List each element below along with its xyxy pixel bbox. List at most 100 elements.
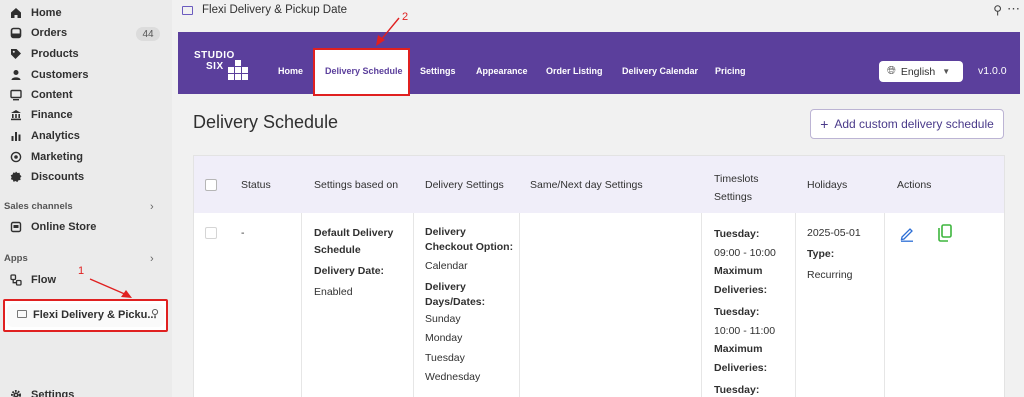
sidebar-item-analytics[interactable]: Analytics — [10, 127, 80, 145]
column-divider — [413, 213, 414, 397]
day-item: Tuesday — [425, 351, 465, 364]
timeslot-day: Tuesday: — [714, 306, 760, 318]
sidebar-item-customers[interactable]: Customers — [10, 66, 88, 84]
chevron-right-icon[interactable]: › — [150, 253, 154, 265]
sidebar-item-finance[interactable]: Finance — [10, 106, 73, 124]
sidebar-item-label: Home — [31, 7, 62, 19]
header-delivery-settings: Delivery Settings — [425, 179, 504, 191]
version-label: v1.0.0 — [978, 65, 1007, 77]
orders-icon — [10, 27, 22, 39]
delivery-date-label: Delivery Date: — [314, 265, 385, 277]
holiday-date: 2025-05-01 — [807, 227, 861, 239]
sidebar-item-content[interactable]: Content — [10, 86, 73, 104]
add-custom-schedule-button[interactable]: + Add custom delivery schedule — [810, 109, 1004, 139]
days-label-line1: Delivery — [425, 280, 466, 293]
app-icon — [182, 6, 193, 15]
delivery-date-value: Enabled — [314, 286, 353, 298]
orders-count-badge: 44 — [136, 27, 160, 41]
header-timeslots-line2: Settings — [714, 191, 752, 203]
sidebar: Home Orders 44 Products Customers Conten… — [0, 0, 172, 397]
sidebar-item-products[interactable]: Products — [10, 45, 79, 63]
app-title: Flexi Delivery & Pickup Date — [202, 4, 348, 16]
row-settings-based-on: Default Delivery Schedule Delivery Date:… — [314, 225, 393, 301]
sidebar-item-marketing[interactable]: Marketing — [10, 148, 83, 166]
person-icon — [10, 69, 22, 81]
plus-icon: + — [820, 116, 829, 132]
tab-settings[interactable]: Settings — [420, 66, 456, 76]
pin-icon[interactable]: ⚲ — [151, 307, 159, 320]
timeslot-time: 09:00 - 10:00 — [714, 246, 776, 259]
sidebar-item-label: Marketing — [31, 151, 83, 163]
tab-order-listing[interactable]: Order Listing — [546, 66, 603, 76]
tab-home[interactable]: Home — [278, 66, 303, 76]
sidebar-item-label: Analytics — [31, 130, 80, 142]
header-settings-based-on: Settings based on — [314, 179, 399, 191]
flow-icon — [10, 274, 22, 286]
sidebar-item-orders[interactable]: Orders — [10, 24, 67, 42]
sidebar-item-settings[interactable]: Settings — [10, 386, 74, 397]
tab-delivery-calendar[interactable]: Delivery Calendar — [622, 66, 698, 76]
content-icon — [10, 89, 22, 101]
language-select[interactable]: 🌐︎ English ▼ — [879, 61, 963, 82]
sidebar-item-discounts[interactable]: Discounts — [10, 168, 84, 186]
active-app-label: Flexi Delivery & Picku... — [33, 309, 157, 321]
based-on-line1: Default Delivery — [314, 227, 394, 239]
more-options-icon[interactable]: ⋯ — [1007, 1, 1020, 17]
gear-icon — [10, 389, 22, 397]
annotation-number-1: 1 — [78, 265, 85, 277]
header-holidays: Holidays — [807, 179, 848, 191]
schedule-table: Status Settings based on Delivery Settin… — [193, 155, 1005, 397]
day-item: Wednesday — [425, 371, 481, 383]
row-delivery-settings: Delivery Checkout Option: Calendar Deliv… — [425, 225, 513, 388]
header-same-next-day: Same/Next day Settings — [530, 179, 643, 191]
target-icon — [10, 151, 22, 163]
header-timeslots-line1: Timeslots — [714, 173, 759, 185]
chevron-right-icon[interactable]: › — [150, 201, 154, 213]
sidebar-item-label: Settings — [31, 389, 75, 397]
row-status: - — [241, 227, 245, 239]
column-divider — [884, 213, 885, 397]
column-divider — [701, 213, 702, 397]
checkout-value: Calendar — [425, 260, 468, 272]
logo-squares-icon — [228, 60, 250, 80]
select-all-checkbox[interactable] — [205, 179, 217, 191]
add-button-label: Add custom delivery schedule — [834, 117, 994, 131]
holiday-type-value: Recurring — [807, 269, 853, 281]
sidebar-item-label: Online Store — [31, 221, 97, 233]
sidebar-item-flexi-delivery[interactable]: Flexi Delivery & Picku... ⚲ — [3, 299, 168, 332]
sidebar-item-label: Flow — [31, 274, 57, 286]
timeslot-time: 10:00 - 11:00 — [714, 324, 776, 337]
day-item: Sunday — [425, 312, 461, 325]
app-icon — [17, 310, 27, 318]
home-icon — [10, 7, 22, 19]
sidebar-item-online-store[interactable]: Online Store — [10, 218, 96, 236]
store-icon — [10, 221, 22, 233]
tab-pricing[interactable]: Pricing — [715, 66, 746, 76]
bar-chart-icon — [10, 130, 22, 142]
based-on-line2: Schedule — [314, 244, 361, 256]
sidebar-item-flow[interactable]: Flow — [10, 271, 56, 289]
column-divider — [795, 213, 796, 397]
pin-icon[interactable]: ⚲ — [993, 3, 1002, 17]
sidebar-item-label: Finance — [31, 109, 73, 121]
annotation-number-2: 2 — [402, 11, 409, 23]
sidebar-item-label: Orders — [31, 27, 68, 39]
row-checkbox[interactable] — [205, 227, 217, 239]
row-timeslots: Tuesday: 09:00 - 10:00 Maximum Deliverie… — [714, 225, 776, 397]
checkout-label-line1: Delivery — [425, 226, 466, 238]
tab-appearance[interactable]: Appearance — [476, 66, 528, 76]
edit-icon[interactable] — [900, 226, 914, 242]
header-status: Status — [241, 179, 271, 191]
sidebar-item-label: Content — [31, 89, 73, 101]
max-deliveries-label: Maximum — [714, 343, 763, 355]
tag-icon — [10, 48, 22, 60]
sales-channels-label: Sales channels — [4, 201, 73, 212]
page-title: Delivery Schedule — [193, 112, 339, 132]
duplicate-icon[interactable] — [938, 224, 952, 242]
tab-delivery-schedule[interactable]: Delivery Schedule — [325, 66, 403, 76]
timeslot-day: Tuesday: — [714, 384, 760, 396]
checkout-label-line2: Checkout Option: — [425, 241, 514, 253]
sidebar-item-home[interactable]: Home — [10, 4, 62, 22]
language-value: English — [900, 65, 936, 78]
apps-label: Apps — [4, 253, 28, 264]
